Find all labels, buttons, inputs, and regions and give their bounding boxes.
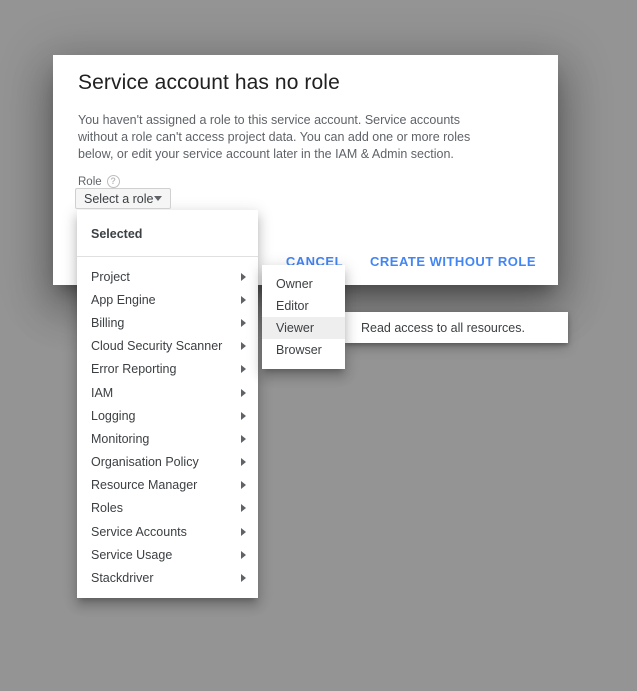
menu-item-list: Project App Engine Billing Cloud Security S… — [77, 265, 258, 590]
chevron-right-icon — [241, 272, 246, 281]
help-circle-icon[interactable]: ? — [106, 175, 120, 188]
page-title: Service account has no role — [78, 71, 340, 94]
menu-item-label: Service Accounts — [91, 524, 187, 539]
chevron-right-icon — [241, 365, 246, 374]
menu-item[interactable]: Stackdriver — [77, 566, 258, 589]
menu-item[interactable]: Resource Manager — [77, 474, 258, 497]
submenu-item[interactable]: Owner — [262, 273, 345, 295]
menu-item-label: Monitoring — [91, 431, 150, 446]
submenu-item[interactable]: Editor — [262, 295, 345, 317]
menu-item-label: Project — [91, 269, 130, 284]
menu-item-label: App Engine — [91, 292, 156, 307]
submenu-item[interactable]: Browser — [262, 339, 345, 361]
menu-item[interactable]: Service Usage — [77, 543, 258, 566]
create-without-role-button[interactable]: CREATE WITHOUT ROLE — [360, 248, 546, 275]
tooltip-text: Read access to all resources. — [361, 320, 525, 335]
menu-item[interactable]: Monitoring — [77, 427, 258, 450]
role-dropdown-menu: Selected Project App Engine Billing Cloud S… — [77, 210, 258, 598]
menu-item-label: Error Reporting — [91, 362, 177, 377]
chevron-right-icon — [241, 342, 246, 351]
menu-item-label: Logging — [91, 408, 136, 423]
menu-item[interactable]: Service Accounts — [77, 520, 258, 543]
chevron-right-icon — [241, 504, 246, 513]
chevron-right-icon — [241, 458, 246, 467]
role-select-value: Select a role — [84, 191, 154, 206]
chevron-down-icon — [154, 196, 162, 201]
submenu-item-label: Owner — [276, 277, 313, 291]
menu-item[interactable]: Error Reporting — [77, 358, 258, 381]
submenu-item[interactable]: Viewer — [262, 317, 345, 339]
chevron-right-icon — [241, 481, 246, 490]
menu-item[interactable]: Cloud Security Scanner — [77, 335, 258, 358]
menu-item-label: Service Usage — [91, 547, 173, 562]
chevron-right-icon — [241, 295, 246, 304]
menu-divider — [77, 256, 258, 257]
submenu-item-label: Editor — [276, 299, 309, 313]
menu-item-label: Cloud Security Scanner — [91, 339, 223, 354]
chevron-right-icon — [241, 550, 246, 559]
menu-item[interactable]: Logging — [77, 404, 258, 427]
role-submenu: Owner Editor Viewer Browser — [262, 265, 345, 369]
menu-item-label: Stackdriver — [91, 571, 154, 586]
menu-item-label: IAM — [91, 385, 114, 400]
role-field-label-row: Role ? — [78, 175, 120, 188]
chevron-right-icon — [241, 527, 246, 536]
menu-item[interactable]: App Engine — [77, 288, 258, 311]
menu-section-header-selected: Selected — [91, 226, 143, 241]
dialog-description: You haven't assigned a role to this serv… — [78, 113, 471, 161]
menu-item[interactable]: IAM — [77, 381, 258, 404]
chevron-right-icon — [241, 434, 246, 443]
chevron-right-icon — [241, 411, 246, 420]
role-description-tooltip: Read access to all resources. — [338, 312, 568, 343]
role-select-button[interactable]: Select a role — [75, 188, 171, 209]
chevron-right-icon — [241, 574, 246, 583]
submenu-item-list: Owner Editor Viewer Browser — [262, 273, 345, 361]
menu-item[interactable]: Billing — [77, 311, 258, 334]
role-label: Role — [78, 175, 102, 188]
chevron-right-icon — [241, 318, 246, 327]
menu-item[interactable]: Organisation Policy — [77, 451, 258, 474]
menu-item[interactable]: Roles — [77, 497, 258, 520]
menu-item-label: Billing — [91, 315, 125, 330]
menu-item-label: Organisation Policy — [91, 455, 199, 470]
menu-item-label: Resource Manager — [91, 478, 198, 493]
submenu-item-label: Viewer — [276, 321, 314, 335]
submenu-item-label: Browser — [276, 343, 322, 357]
menu-item-label: Roles — [91, 501, 123, 516]
menu-item[interactable]: Project — [77, 265, 258, 288]
chevron-right-icon — [241, 388, 246, 397]
